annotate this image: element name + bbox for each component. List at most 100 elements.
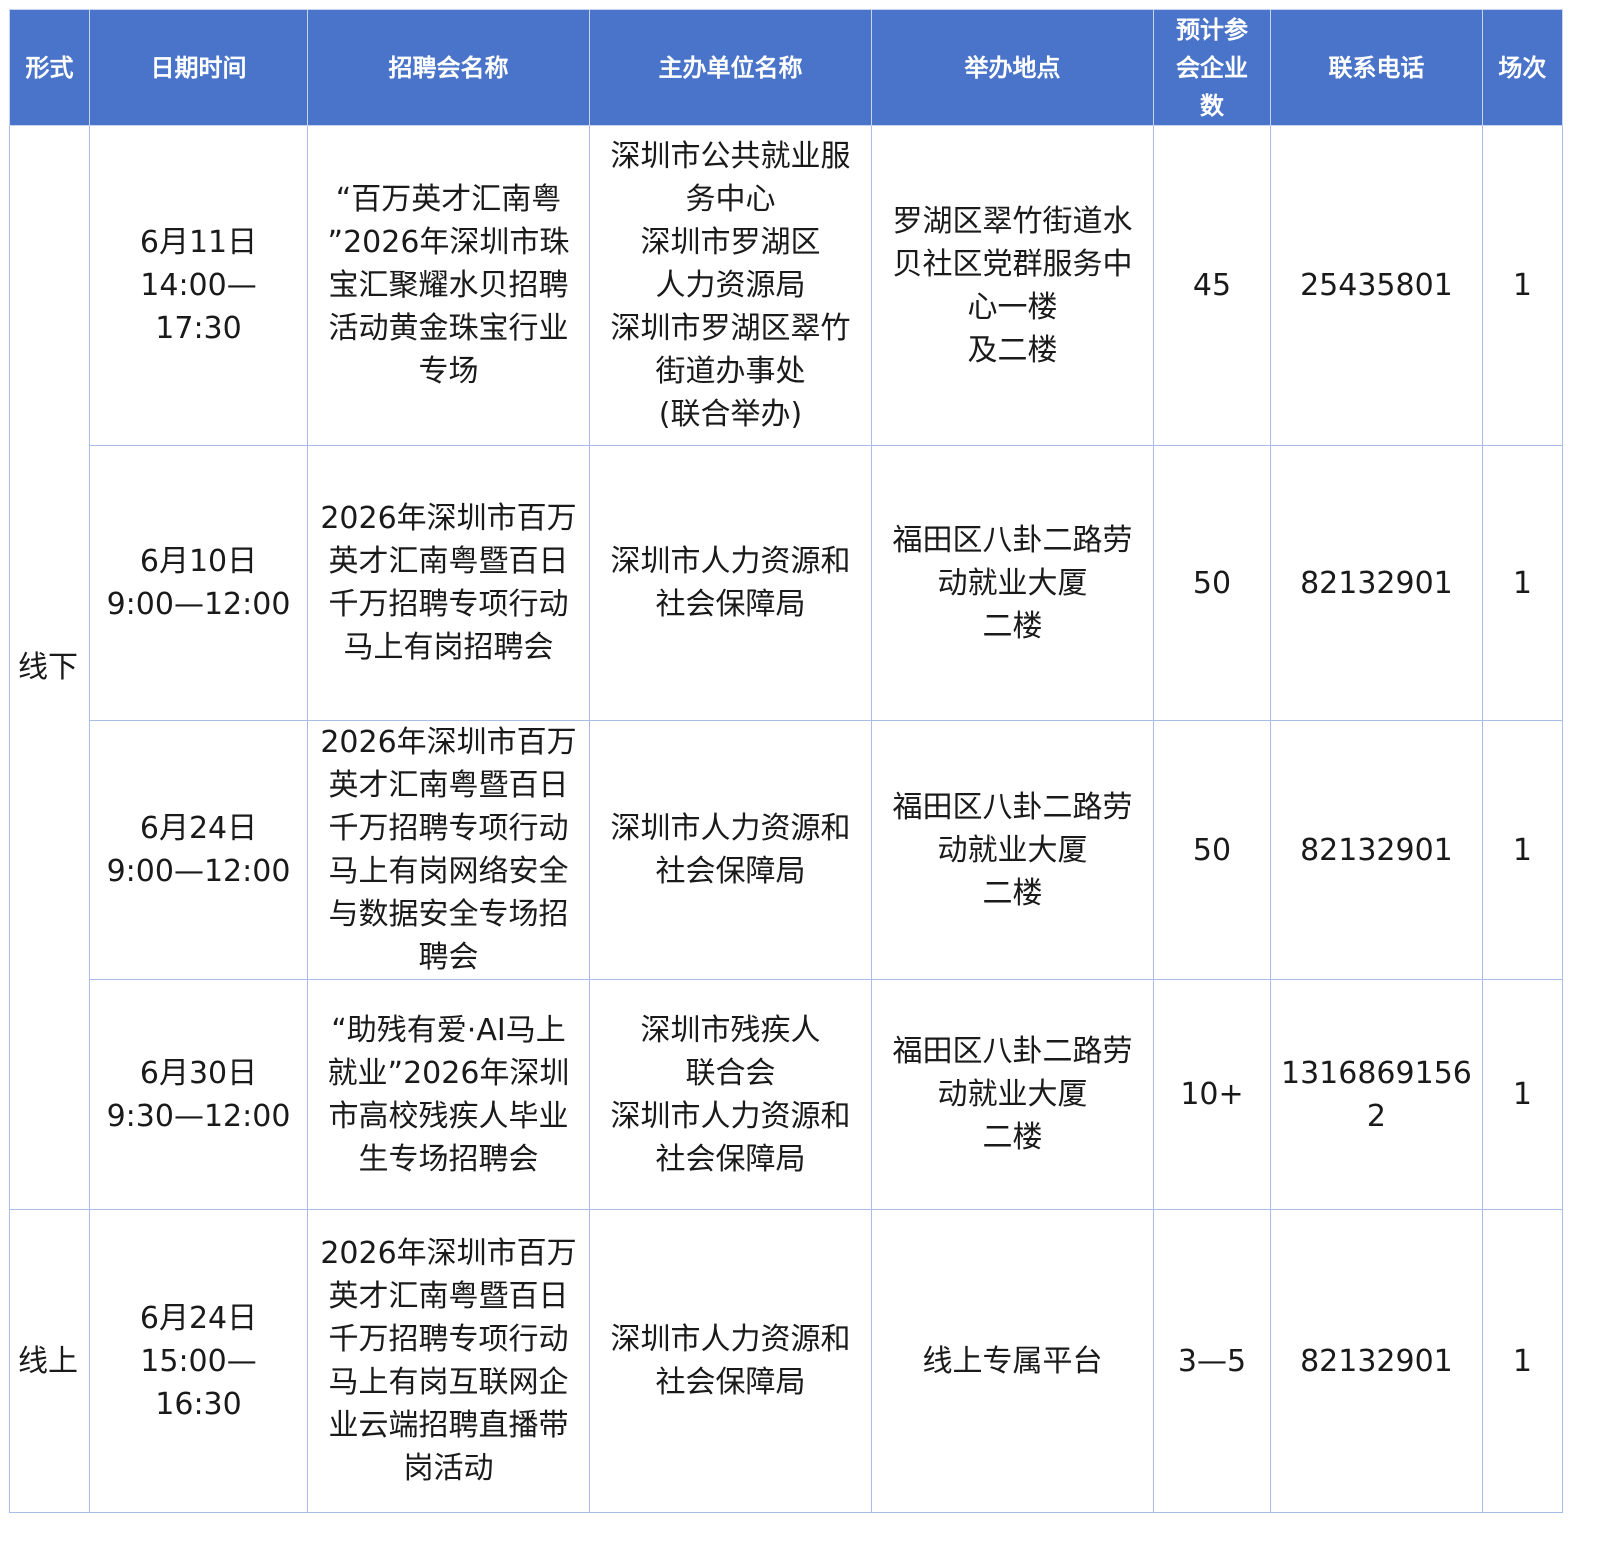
header-phone: 联系电话	[1270, 9, 1483, 126]
phone-line: 2	[1366, 1098, 1386, 1134]
fair-name-line: 马上有岗互联网企	[328, 1365, 569, 1400]
fair-name-cell: 2026年深圳市百万 英才汇南粤暨百日 千万招聘专项行动 马上有岗网络安全 与数据安全专…	[307, 720, 590, 980]
organizer-line: 深圳市罗湖区	[640, 225, 821, 260]
fair-name-line: 千万招聘专项行动	[328, 1322, 569, 1357]
organizer-line: 深圳市人力资源和	[610, 811, 851, 846]
sessions-cell: 1	[1481, 979, 1563, 1210]
fair-name-line: 生专场招聘会	[358, 1141, 539, 1177]
date-line: 6月11日	[139, 225, 258, 260]
fair-name-cell: “百万英才汇南粤 ”2026年深圳市珠 宝汇聚耀水贝招聘 活动黄金珠宝行业 专场	[307, 125, 590, 446]
date-cell: 6月10日 9:00—12:00	[89, 445, 308, 721]
phone-cell: 82132901	[1270, 445, 1483, 721]
job-fair-table: 形式 日期时间 招聘会名称 主办单位名称 举办地点 预计参 会企业数 联系电话 场…	[9, 9, 1563, 1513]
date-line: 6月10日	[139, 544, 258, 579]
header-organizer: 主办单位名称	[589, 9, 872, 126]
organizer-cell: 深圳市公共就业服 务中心 深圳市罗湖区 人力资源局 深圳市罗湖区翠竹 街道办事处 (联合举办…	[589, 125, 872, 446]
expected-count-cell: 10+	[1153, 979, 1271, 1210]
organizer-cell: 深圳市人力资源和 社会保障局	[589, 445, 872, 721]
venue-line: 罗湖区翠竹街道水	[892, 203, 1133, 239]
form-cell-online: 线上	[9, 1209, 90, 1513]
organizer-line: 深圳市公共就业服	[610, 139, 851, 174]
date-line: 9:00—12:00	[106, 587, 291, 622]
date-cell: 6月24日 15:00— 16:30	[89, 1209, 308, 1513]
venue-cell: 福田区八卦二路劳 动就业大厦 二楼	[871, 720, 1154, 980]
organizer-cell: 深圳市残疾人 联合会深圳市人力资源和 社会保障局	[589, 979, 872, 1210]
fair-name-cell: “助残有爱·AI马上 就业”2026年深圳 市高校残疾人毕业 生专场招聘会	[307, 979, 590, 1210]
organizer-line: 人力资源局	[655, 268, 806, 303]
organizer-line: 深圳市残疾人	[640, 1012, 821, 1048]
venue-line: 二楼	[982, 1120, 1043, 1155]
organizer-line: 社会保障局	[655, 1365, 806, 1400]
date-line: 17:30	[155, 311, 242, 346]
organizer-line: 社会保障局	[655, 1141, 806, 1177]
organizer-line: 务中心	[685, 182, 776, 217]
date-line: 6月24日	[139, 811, 258, 846]
venue-line: 福田区八卦二路劳	[892, 522, 1133, 558]
header-sessions: 场次	[1481, 9, 1563, 126]
venue-cell: 罗湖区翠竹街道水 贝社区党群服务中 心一楼 及二楼	[871, 125, 1154, 446]
date-line: 15:00—	[140, 1343, 257, 1379]
phone-cell: 25435801	[1270, 125, 1483, 446]
table-row: 6月30日 9:30—12:00 “助残有爱·AI马上 就业”2026年深圳 市高校残…	[10, 979, 1563, 1210]
organizer-line: 社会保障局	[655, 587, 806, 622]
fair-name-line: 英才汇南粤暨百日	[328, 768, 569, 803]
fair-name-line: 马上有岗网络安全	[328, 854, 569, 889]
table-row: 6月24日 9:00—12:00 2026年深圳市百万 英才汇南粤暨百日 千万招聘专项…	[10, 720, 1563, 980]
date-line: 9:00—12:00	[106, 854, 291, 889]
fair-name-line: 业云端招聘直播带	[328, 1408, 569, 1443]
organizer-cell: 深圳市人力资源和 社会保障局	[589, 1209, 872, 1513]
header-venue: 举办地点	[871, 9, 1154, 126]
fair-name-line: 活动黄金珠宝行业	[328, 311, 569, 346]
fair-name-line: “百万英才汇南粤	[335, 182, 562, 217]
expected-count-cell: 45	[1153, 125, 1271, 446]
header-expected-count: 预计参 会企业数	[1153, 9, 1271, 126]
fair-name-line: “助残有爱·AI马上	[331, 1012, 566, 1048]
phone-line: 82132901	[1300, 832, 1453, 868]
date-line: 9:30—12:00	[106, 1098, 291, 1134]
venue-cell: 福田区八卦二路劳 动就业大厦 二楼	[871, 979, 1154, 1210]
date-line: 6月30日	[139, 1055, 258, 1091]
date-cell: 6月11日 14:00— 17:30	[89, 125, 308, 446]
organizer-line: 街道办事处	[655, 354, 806, 389]
fair-name-cell: 2026年深圳市百万 英才汇南粤暨百日 千万招聘专项行动 马上有岗招聘会	[307, 445, 590, 721]
date-cell: 6月24日 9:00—12:00	[89, 720, 308, 980]
fair-name-line: 马上有岗招聘会	[343, 630, 554, 665]
fair-name-line: 英才汇南粤暨百日	[328, 544, 569, 579]
sessions-cell: 1	[1481, 125, 1563, 446]
fair-name-cell: 2026年深圳市百万 英才汇南粤暨百日 千万招聘专项行动 马上有岗互联网企 业云端招聘直…	[307, 1209, 590, 1513]
organizer-line: 深圳市人力资源和	[610, 1322, 851, 1357]
expected-count-cell: 3—5	[1153, 1209, 1271, 1513]
venue-line: 福田区八卦二路劳	[892, 1034, 1133, 1069]
phone-line: 1316869156	[1281, 1055, 1472, 1091]
venue-line: 动就业大厦	[937, 832, 1088, 868]
venue-cell: 福田区八卦二路劳 动就业大厦二楼	[871, 445, 1154, 721]
phone-line: 25435801	[1300, 268, 1453, 303]
fair-name-line: 就业”2026年深圳	[327, 1055, 570, 1091]
date-line: 16:30	[155, 1386, 242, 1422]
phone-cell: 82132901	[1270, 1209, 1483, 1513]
fair-name-line: 2026年深圳市百万	[320, 501, 577, 536]
fair-name-line: 聘会	[418, 940, 479, 975]
sessions-cell: 1	[1481, 1209, 1563, 1513]
venue-line: 线上专属平台	[922, 1343, 1103, 1379]
fair-name-line: 岗活动	[403, 1451, 494, 1486]
header-expected-count-line: 会企业	[1176, 53, 1248, 82]
venue-line: 心一楼	[967, 289, 1058, 325]
fair-name-line: 宝汇聚耀水贝招聘	[328, 268, 569, 303]
organizer-line: (联合举办)	[658, 397, 803, 432]
expected-count-cell: 50	[1153, 445, 1271, 721]
organizer-line: 社会保障局	[655, 854, 806, 889]
fair-name-line: 与数据安全专场招	[328, 897, 569, 932]
venue-line: 二楼	[982, 608, 1043, 644]
venue-line: 动就业大厦	[937, 565, 1088, 601]
phone-line: 82132901	[1300, 565, 1453, 601]
fair-name-line: 2026年深圳市百万	[320, 725, 577, 760]
date-cell: 6月30日 9:30—12:00	[89, 979, 308, 1210]
phone-cell: 1316869156 2	[1270, 979, 1483, 1210]
organizer-line: 联合会	[685, 1055, 776, 1091]
expected-count-cell: 50	[1153, 720, 1271, 980]
venue-cell: 线上专属平台	[871, 1209, 1154, 1513]
venue-line: 二楼	[982, 875, 1043, 911]
organizer-line: 深圳市人力资源和	[610, 1098, 851, 1134]
table-row: 6月10日 9:00—12:00 2026年深圳市百万 英才汇南粤暨百日 千万招聘专项…	[10, 445, 1563, 721]
